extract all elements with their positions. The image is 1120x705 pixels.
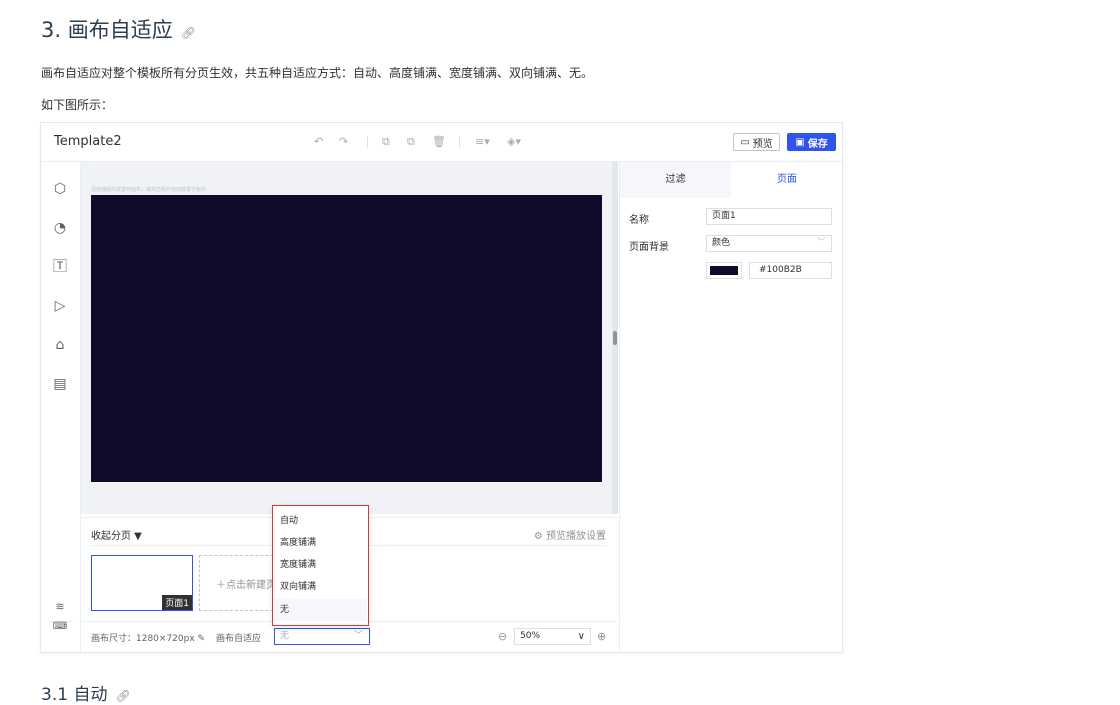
canvas[interactable] bbox=[91, 195, 602, 482]
zoom-out-icon[interactable]: ⊖ bbox=[498, 630, 507, 643]
component-sidebar: ⬡ ◔ 🅃 ▷ ⌂ ▤ ≋ ⌨ bbox=[41, 162, 81, 652]
zoom-value: 50% bbox=[520, 631, 541, 641]
undo-icon[interactable]: ↶ bbox=[314, 135, 323, 148]
canvas-fit-dropdown: 自动 高度铺满 宽度铺满 双向铺满 无 bbox=[272, 505, 369, 626]
toolbar-divider bbox=[367, 136, 368, 148]
background-label: 页面背景 bbox=[629, 242, 669, 253]
canvas-size-label: 画布尺寸：1280×720px ✎ bbox=[91, 631, 205, 644]
canvas-size-text: 画布尺寸：1280×720px bbox=[91, 634, 195, 644]
page-name-input[interactable]: 页面1 bbox=[706, 208, 832, 225]
figure-caption: 如下图所示： bbox=[41, 98, 114, 112]
canvas-hint: 请拖拽组件放置到画布，或双击组件自动放置于画布 bbox=[91, 187, 207, 193]
edit-pencil-icon[interactable]: ✎ bbox=[198, 634, 206, 644]
subsection-heading-text: 3.1 自动 bbox=[41, 685, 108, 705]
chart-icon[interactable]: ◔ bbox=[51, 219, 69, 237]
section-heading: 3. 画布自适应 🔗︎ bbox=[41, 14, 196, 44]
layer-icon[interactable]: ◈▾ bbox=[507, 135, 521, 148]
inbox-icon[interactable]: ⌂ bbox=[51, 336, 69, 354]
name-label: 名称 bbox=[629, 215, 649, 226]
zoom-select[interactable]: 50% ∨ bbox=[514, 628, 591, 645]
text-icon[interactable]: 🅃 bbox=[51, 258, 69, 276]
layers-icon[interactable]: ≋ bbox=[51, 598, 69, 616]
preview-play-settings[interactable]: ⚙ 预览播放设置 bbox=[534, 527, 606, 542]
background-hex-value: #100B2B bbox=[759, 265, 802, 275]
properties-panel: 过滤 页面 名称 页面1 页面背景 颜色 ﹀ #100B2B bbox=[619, 162, 842, 652]
canvas-fit-label: 画布自适应 bbox=[216, 634, 262, 644]
dropdown-option-auto[interactable]: 自动 bbox=[273, 510, 367, 532]
paste-icon[interactable]: ⧉ bbox=[407, 135, 415, 149]
canvas-area: 请拖拽组件放置到画布，或双击组件自动放置于画布 bbox=[81, 162, 618, 514]
page-thumbnail-label: 页面1 bbox=[162, 595, 192, 610]
tab-page[interactable]: 页面 bbox=[731, 162, 842, 198]
save-button-label: 保存 bbox=[807, 138, 828, 150]
canvas-fit-select[interactable]: 无 ﹀ bbox=[274, 628, 370, 645]
dropdown-option-fit-both[interactable]: 双向铺满 bbox=[273, 576, 367, 598]
save-button[interactable]: ▣ 保存 bbox=[787, 133, 836, 151]
tab-filter[interactable]: 过滤 bbox=[620, 162, 731, 198]
redo-icon[interactable]: ↷ bbox=[339, 135, 348, 148]
link-icon[interactable]: 🔗︎ bbox=[115, 689, 130, 703]
preview-button-label: 预览 bbox=[752, 138, 773, 150]
chevron-down-icon: ﹀ bbox=[353, 631, 363, 641]
table-icon[interactable]: ▤ bbox=[51, 375, 69, 393]
delete-icon[interactable]: 🗑︎ bbox=[432, 135, 446, 148]
save-icon: ▣ bbox=[795, 136, 805, 148]
color-swatch bbox=[710, 266, 738, 275]
page-name-value: 页面1 bbox=[712, 211, 736, 221]
canvas-scrollbar-thumb[interactable] bbox=[613, 331, 617, 345]
dropdown-option-fit-height[interactable]: 高度铺满 bbox=[273, 532, 367, 554]
link-icon[interactable]: 🔗︎ bbox=[181, 26, 196, 40]
page-thumbnail[interactable]: 页面1 bbox=[91, 555, 193, 611]
keyboard-icon[interactable]: ⌨ bbox=[51, 618, 69, 636]
video-icon[interactable]: ▷ bbox=[51, 297, 69, 315]
monitor-icon: ▭ bbox=[740, 136, 750, 148]
intro-paragraph: 画布自适应对整个模板所有分页生效，共五种自适应方式：自动、高度铺满、宽度铺满、双… bbox=[41, 66, 594, 80]
preview-button[interactable]: ▭ 预览 bbox=[733, 133, 780, 151]
section-heading-text: 3. 画布自适应 bbox=[41, 18, 173, 42]
editor-topbar: Template2 ↶ ↷ ⧉ ⧉ 🗑︎ ≡▾ ◈▾ ▭ 预览 ▣ 保存 bbox=[41, 123, 842, 162]
subsection-heading: 3.1 自动 🔗︎ bbox=[41, 680, 131, 705]
align-icon[interactable]: ≡▾ bbox=[475, 135, 490, 148]
editor-screenshot: Template2 ↶ ↷ ⧉ ⧉ 🗑︎ ≡▾ ◈▾ ▭ 预览 ▣ 保存 ⬡ ◔… bbox=[40, 122, 843, 653]
toolbar-divider bbox=[459, 136, 460, 148]
template-title: Template2 bbox=[54, 134, 122, 149]
dropdown-option-fit-width[interactable]: 宽度铺满 bbox=[273, 554, 367, 576]
chevron-down-icon: ﹀ bbox=[816, 238, 826, 248]
chevron-down-icon: ∨ bbox=[577, 631, 585, 642]
copy-icon[interactable]: ⧉ bbox=[382, 135, 390, 149]
collapse-pages-toggle[interactable]: 收起分页 ▼ bbox=[91, 527, 142, 542]
zoom-in-icon[interactable]: ⊕ bbox=[597, 630, 606, 643]
background-type-value: 颜色 bbox=[712, 238, 731, 248]
background-hex-input[interactable]: #100B2B bbox=[749, 262, 832, 279]
dropdown-option-none[interactable]: 无 bbox=[273, 599, 367, 621]
cube-icon[interactable]: ⬡ bbox=[51, 180, 69, 198]
canvas-fit-value: 无 bbox=[280, 631, 290, 641]
background-type-select[interactable]: 颜色 ﹀ bbox=[706, 235, 832, 252]
color-swatch-picker[interactable] bbox=[706, 262, 742, 279]
